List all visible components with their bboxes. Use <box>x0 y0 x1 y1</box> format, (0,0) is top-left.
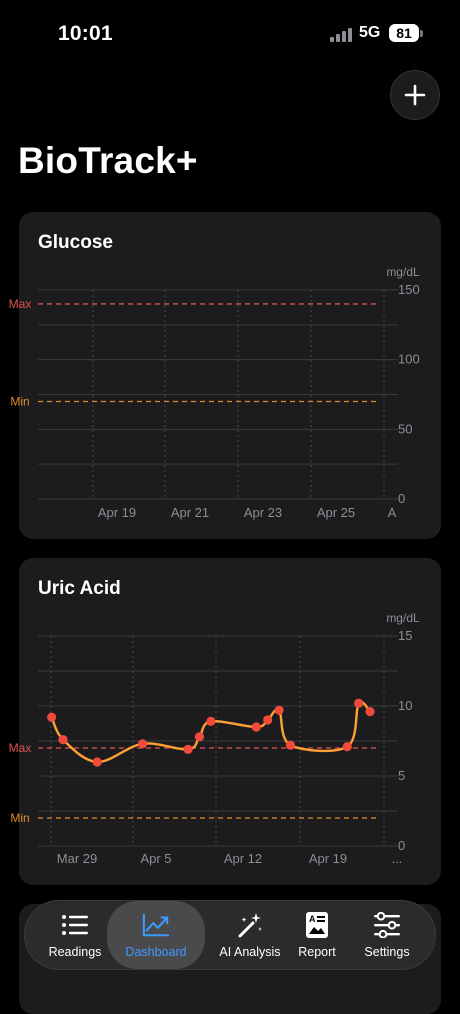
status-bar: 10:01 5G 81 <box>0 0 460 70</box>
glucose-chart: mg/dL 0 50 100 150 Apr 19 Apr 21 Apr 23 Apr 25 A M… <box>9 265 420 520</box>
svg-text:A: A <box>309 914 316 924</box>
data-point <box>138 739 148 749</box>
unit-label: mg/dL <box>386 265 420 279</box>
series-line <box>50 700 372 764</box>
signal-icon <box>330 28 352 42</box>
x-tick-label: Apr 25 <box>317 505 355 520</box>
data-point <box>47 712 57 722</box>
tab-settings[interactable]: Settings <box>349 901 425 969</box>
battery-tip <box>420 30 423 37</box>
x-tick-label: Apr 21 <box>171 505 209 520</box>
app-title: BioTrack+ <box>18 140 198 181</box>
y-tick-label: 5 <box>398 768 405 783</box>
tab-label: Report <box>298 945 336 959</box>
network-label: 5G <box>359 24 381 41</box>
y-tick-label: 100 <box>398 352 420 367</box>
threshold-label: Min <box>10 394 29 408</box>
report-icon: A <box>303 911 331 939</box>
data-point <box>206 716 216 726</box>
data-point <box>194 732 205 742</box>
tab-readings[interactable]: Readings <box>37 901 113 969</box>
magic-wand-icon <box>236 911 264 939</box>
list-icon <box>61 911 89 939</box>
tab-label: Settings <box>364 945 410 959</box>
threshold-label: Min <box>10 811 29 825</box>
y-tick-label: 10 <box>398 698 412 713</box>
status-time: 10:01 <box>58 22 113 45</box>
x-tick-label: Apr 23 <box>244 505 282 520</box>
x-tick-label: Apr 19 <box>98 505 136 520</box>
y-tick-label: 50 <box>398 421 412 436</box>
y-tick-label: 0 <box>398 491 405 506</box>
tab-label: Readings <box>48 945 102 959</box>
data-point <box>365 707 375 717</box>
data-point <box>251 722 261 732</box>
tab-dashboard[interactable]: Dashboard <box>107 901 205 969</box>
add-button[interactable] <box>390 70 440 120</box>
x-tick-label: Apr 5 <box>140 851 171 866</box>
tab-ai-analysis[interactable]: AI Analysis <box>205 901 295 969</box>
tab-label: Dashboard <box>125 945 187 959</box>
chart-line-icon <box>142 911 170 939</box>
tab-label: AI Analysis <box>219 945 281 959</box>
data-point <box>285 740 296 750</box>
x-tick-label: ... <box>392 851 403 866</box>
threshold-label: Max <box>9 741 32 755</box>
data-point <box>342 742 352 752</box>
x-tick-label: Mar 29 <box>57 851 97 866</box>
plus-icon <box>404 84 426 106</box>
data-point <box>354 698 364 708</box>
data-point <box>58 735 68 745</box>
unit-label: mg/dL <box>386 611 420 625</box>
data-point <box>263 715 273 725</box>
x-tick-label: A <box>388 505 397 520</box>
data-point <box>183 744 193 754</box>
uric-acid-chart: mg/dL051015Mar 29 Apr 5 Apr 12 Apr 19 ...Max… <box>9 611 420 866</box>
sliders-icon <box>373 911 401 939</box>
tab-bar: Readings Dashboard AI Analysis A Report … <box>24 900 436 970</box>
y-tick-label: 150 <box>398 282 420 297</box>
data-point <box>92 757 102 767</box>
y-tick-label: 15 <box>398 628 412 643</box>
x-tick-label: Apr 12 <box>224 851 262 866</box>
x-tick-label: Apr 19 <box>309 851 347 866</box>
data-point <box>274 705 284 715</box>
tab-report[interactable]: A Report <box>291 901 343 969</box>
battery-icon: 81 <box>389 24 419 42</box>
threshold-label: Max <box>9 297 32 311</box>
